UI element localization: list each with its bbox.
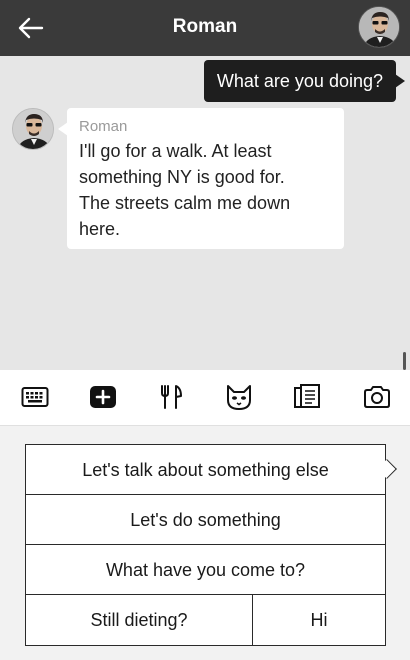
chat-header: Roman <box>0 0 410 56</box>
person-photo-icon <box>13 109 53 149</box>
reply-option-label: Let's talk about something else <box>82 460 329 480</box>
reply-option-label: Still dieting? <box>90 610 188 630</box>
reply-option-label: Let's do something <box>130 510 281 530</box>
reply-option-label: What have you come to? <box>105 560 306 580</box>
camera-button[interactable] <box>362 382 392 412</box>
message-line: something NY is good for. <box>79 167 285 187</box>
message-list[interactable]: What are you doing? Roman I'll go for a … <box>0 56 410 370</box>
keyboard-icon <box>21 387 49 407</box>
incoming-message: Roman I'll go for a walk. At least somet… <box>67 108 344 249</box>
message-line: here. <box>79 219 121 239</box>
outgoing-bubble-tail <box>395 74 405 88</box>
sticker-button[interactable] <box>224 382 254 412</box>
contact-name-title: Roman <box>172 16 238 37</box>
reply-option[interactable]: Hi <box>253 595 385 645</box>
food-button[interactable] <box>156 382 186 412</box>
camera-icon <box>364 386 390 408</box>
keyboard-button[interactable] <box>20 382 50 412</box>
person-photo-icon <box>359 7 399 47</box>
contact-avatar[interactable] <box>358 6 400 48</box>
scrollbar[interactable] <box>403 352 406 370</box>
reply-option[interactable]: What have you come to? <box>26 545 385 595</box>
chevron-right-icon <box>377 459 397 479</box>
sender-name: Roman <box>79 118 128 135</box>
quick-replies: Let's talk about something else Let's do… <box>25 444 397 646</box>
reply-row: Still dieting? Hi <box>26 595 385 645</box>
quick-replies-panel: Let's talk about something else Let's do… <box>0 426 410 660</box>
reply-option-label: Hi <box>310 610 328 630</box>
input-toolbar <box>0 370 410 426</box>
reply-option[interactable]: Let's talk about something else <box>26 445 397 495</box>
notes-button[interactable] <box>292 382 322 412</box>
message-line: The streets calm me down <box>79 193 291 213</box>
cat-icon <box>227 385 251 410</box>
outgoing-message: What are you doing? <box>203 60 396 102</box>
book-icon <box>294 384 320 408</box>
message-text: I'll go for a walk. At least something N… <box>79 138 332 242</box>
fork-knife-icon <box>161 385 182 409</box>
sender-avatar[interactable] <box>12 108 54 150</box>
reply-option[interactable]: Still dieting? <box>26 595 253 645</box>
add-icon <box>90 386 116 408</box>
add-button[interactable] <box>88 382 118 412</box>
reply-option[interactable]: Let's do something <box>26 495 385 545</box>
message-line: I'll go for a walk. At least <box>79 141 272 161</box>
